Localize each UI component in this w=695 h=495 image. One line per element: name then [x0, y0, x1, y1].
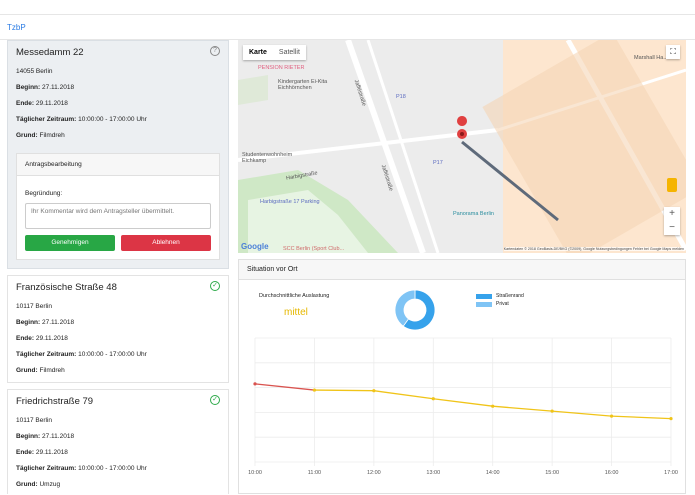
begin-value: 27.11.2018 [42, 319, 75, 326]
begin-label: Beginn: [16, 433, 41, 440]
reason-value: Filmdreh [39, 367, 65, 374]
map-label: Studentenwohnheim Eichkamp [242, 152, 293, 164]
end-label: Ende: [16, 335, 35, 342]
tab-map[interactable]: Karte [243, 45, 273, 60]
data-point [550, 409, 554, 413]
map-attribution[interactable]: Kartendaten © 2018 GeoBasis-DE/BKG (©200… [503, 247, 684, 251]
map-label: Marshall Ha... [634, 55, 668, 61]
map-canvas [238, 40, 686, 253]
begin-value: 27.11.2018 [42, 433, 75, 440]
end-label: Ende: [16, 100, 35, 107]
processing-title: Antragsbearbeitung [17, 154, 219, 176]
card-title: Messedamm 22 [16, 47, 84, 58]
begin-label: Beginn: [16, 319, 41, 326]
x-tick-label: 10:00 [248, 470, 262, 476]
reason-value: Filmdreh [39, 132, 65, 139]
data-point [431, 397, 435, 401]
time-label: Täglicher Zeitraum: [16, 465, 77, 472]
x-tick-label: 12:00 [367, 470, 381, 476]
reason-label: Grund: [16, 132, 38, 139]
data-point [312, 388, 317, 392]
series-segment [611, 415, 672, 420]
google-logo: Google [241, 242, 269, 251]
data-point [372, 389, 376, 393]
time-label: Täglicher Zeitraum: [16, 116, 77, 123]
reason-value: Umzug [39, 481, 61, 488]
tab-satellite[interactable]: Satellit [273, 45, 306, 60]
reason-label: Grund: [16, 481, 38, 488]
map-label: SCC Berlin (Sport Club... [283, 246, 345, 252]
zoom-control: + − [664, 207, 680, 235]
occupancy-line-chart: 10:00 11:00 12:00 13:00 14:00 15:00 16:00 17:00 [248, 337, 678, 476]
card-title: Friedrichstraße 79 [16, 396, 94, 407]
x-tick-label: 11:00 [308, 470, 321, 476]
reason-label: Grund: [16, 367, 38, 374]
pegman-icon[interactable] [667, 178, 677, 192]
check-circle-icon: ✓ [210, 395, 220, 405]
time-label: Täglicher Zeitraum: [16, 351, 77, 358]
card-address: 10117 Berlin [16, 417, 53, 424]
processing-panel: Antragsbearbeitung Begründung: Ihr Komme… [16, 153, 220, 260]
brand-link[interactable]: TzbP [7, 23, 26, 32]
justification-label: Begründung: [25, 190, 63, 197]
x-tick-label: 13:00 [426, 470, 440, 476]
series-segment [373, 390, 434, 400]
series-segment [552, 410, 612, 417]
series-segment [254, 383, 315, 391]
begin-label: Beginn: [16, 84, 41, 91]
time-value: 10:00:00 - 17:00:00 Uhr [78, 116, 147, 123]
data-point [609, 414, 614, 418]
reject-button[interactable]: Ablehnen [121, 235, 211, 251]
card-title: Französische Straße 48 [16, 282, 117, 293]
series-segment [433, 398, 493, 407]
end-value: 29.11.2018 [35, 100, 68, 107]
situation-panel: Situation vor Ort Durchschnittliche Ausl… [238, 259, 686, 494]
map-view[interactable]: Karte Satellit ⛶ + − PENSION RIETER Kind… [238, 40, 686, 253]
x-tick-label: 14:00 [486, 470, 500, 476]
map-type-tabs: Karte Satellit [243, 45, 306, 60]
top-navbar: TzbP [0, 14, 695, 40]
zoom-in-button[interactable]: + [664, 207, 680, 221]
x-tick-label: 15:00 [545, 470, 559, 476]
map-label: P17 [433, 160, 443, 166]
request-card[interactable]: Friedrichstraße 79 ✓ 10117 Berlin Beginn… [7, 389, 229, 494]
question-icon[interactable]: ? [210, 46, 220, 56]
data-point [669, 417, 673, 421]
series-segment [314, 389, 374, 392]
x-tick-label: 16:00 [605, 470, 619, 476]
map-label: Kindergarten Ei-Kita Eichhörnchen [278, 79, 328, 91]
map-label: Panorama Berlin [453, 211, 494, 217]
check-circle-icon: ✓ [210, 281, 220, 291]
data-point [491, 404, 495, 408]
time-value: 10:00:00 - 17:00:00 Uhr [78, 465, 147, 472]
end-value: 29.11.2018 [35, 449, 68, 456]
fullscreen-icon[interactable]: ⛶ [666, 45, 680, 59]
request-card-active[interactable]: Messedamm 22 ? 14055 Berlin Beginn: 27.1… [7, 40, 229, 269]
card-address: 10117 Berlin [16, 303, 53, 310]
data-point [253, 382, 257, 386]
request-list: Messedamm 22 ? 14055 Berlin Beginn: 27.1… [7, 40, 229, 494]
comment-textarea[interactable]: Ihr Kommentar wird dem Antragsteller übe… [25, 203, 211, 229]
map-label: PENSION RIETER [258, 65, 305, 71]
request-card[interactable]: Französische Straße 48 ✓ 10117 Berlin Be… [7, 275, 229, 383]
time-value: 10:00:00 - 17:00:00 Uhr [78, 351, 147, 358]
map-label: Harbigstraße 17 Parking [260, 199, 320, 205]
map-label: P18 [396, 94, 406, 100]
begin-value: 27.11.2018 [42, 84, 75, 91]
series-segment [492, 405, 553, 412]
end-label: Ende: [16, 449, 35, 456]
zoom-out-button[interactable]: − [664, 221, 680, 235]
x-tick-label: 17:00 [664, 470, 678, 476]
approve-button[interactable]: Genehmigen [25, 235, 115, 251]
card-address: 14055 Berlin [16, 68, 53, 75]
end-value: 29.11.2018 [35, 335, 68, 342]
